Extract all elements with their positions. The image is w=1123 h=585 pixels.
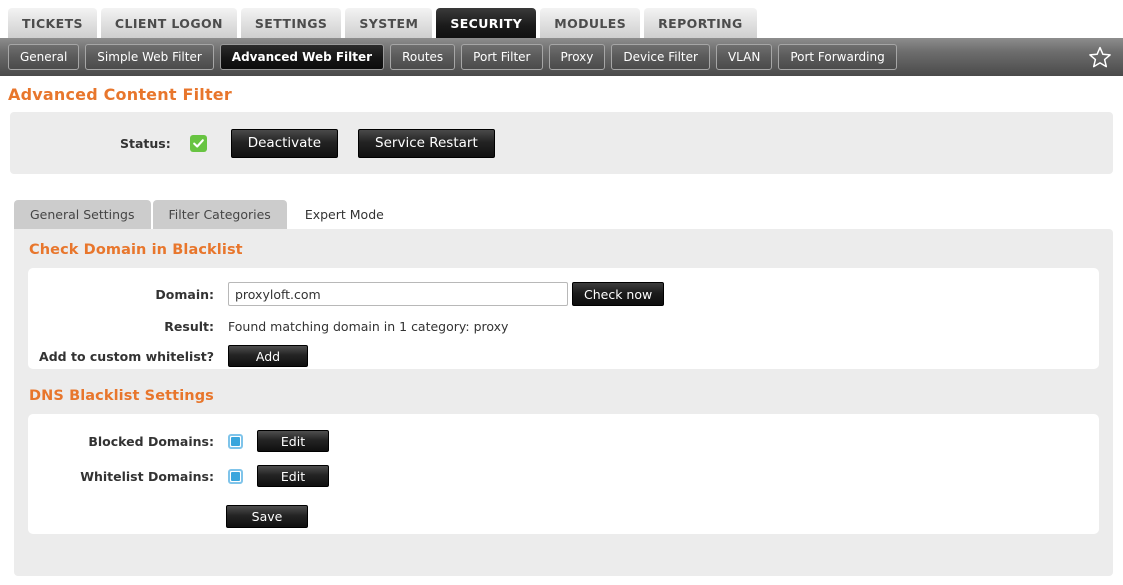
domain-row: Domain: Check now [28,268,1099,306]
tab-label: Filter Categories [168,207,271,222]
whitelist-domains-label: Whitelist Domains: [80,468,214,484]
add-to-whitelist-button[interactable]: Add [228,345,308,367]
status-panel: Status: Deactivate Service Restart [10,112,1113,174]
expert-mode-panel: Check Domain in Blacklist Domain: Check … [14,229,1113,576]
subnav-item-device-filter[interactable]: Device Filter [611,44,710,70]
blocked-domains-label: Blocked Domains: [88,433,214,449]
save-button-label: Save [251,509,283,524]
subnav-item-label: Port Forwarding [790,50,885,64]
nav-tab-label: SETTINGS [254,15,328,31]
save-row: Save [28,487,1099,528]
subnav-item-label: Advanced Web Filter [231,50,373,64]
deactivate-button[interactable]: Deactivate [230,128,339,158]
nav-tab-reporting[interactable]: REPORTING [644,8,757,38]
whitelist-domains-edit-button[interactable]: Edit [257,465,329,487]
check-domain-heading: Check Domain in Blacklist [29,242,243,258]
subnav-item-label: Routes [402,50,444,64]
subnav-item-label: VLAN [727,50,761,64]
tab-filter-categories[interactable]: Filter Categories [152,200,287,229]
nav-tab-label: SYSTEM [359,15,419,31]
tab-label: General Settings [30,207,135,222]
status-label: Status: [120,135,171,151]
subnav-item-vlan[interactable]: VLAN [715,44,773,70]
save-button[interactable]: Save [226,505,308,528]
tab-general-settings[interactable]: General Settings [14,200,151,229]
content-tabstrip: General Settings Filter Categories Exper… [14,200,1113,229]
dns-blacklist-heading: DNS Blacklist Settings [29,388,214,404]
star-outline-icon [1089,46,1111,67]
main-navigation: TICKETS CLIENT LOGON SETTINGS SYSTEM SEC… [0,0,1123,38]
nav-tab-label: REPORTING [658,15,743,31]
check-domain-card: Domain: Check now Result: Found matching… [28,268,1099,369]
whitelist-domains-row: Whitelist Domains: Edit [28,452,1099,487]
add-button-label: Add [255,348,281,364]
nav-tab-tickets[interactable]: TICKETS [8,8,97,38]
check-icon [192,138,204,148]
domain-input[interactable] [228,282,568,306]
nav-tab-settings[interactable]: SETTINGS [240,8,342,38]
subnav-item-routes[interactable]: Routes [390,44,456,70]
subnav-item-port-forwarding[interactable]: Port Forwarding [778,44,897,70]
subnav-item-proxy[interactable]: Proxy [548,44,606,70]
nav-tab-security[interactable]: SECURITY [436,8,537,38]
subnav-item-advanced-web-filter[interactable]: Advanced Web Filter [219,44,385,70]
subnav-item-simple-web-filter[interactable]: Simple Web Filter [85,44,214,70]
whitelist-add-row: Add to custom whitelist? Add [28,334,1099,367]
page-title: Advanced Content Filter [8,85,232,104]
edit-button-label: Edit [280,468,306,484]
checkbox-fill [231,436,240,446]
deactivate-button-label: Deactivate [247,135,322,151]
result-label: Result: [164,319,214,334]
nav-tab-label: CLIENT LOGON [114,15,223,31]
checkbox-fill [231,471,240,481]
favorite-button[interactable] [1087,44,1113,70]
check-now-button-label: Check now [584,286,653,302]
service-restart-button[interactable]: Service Restart [358,128,495,158]
result-row: Result: Found matching domain in 1 categ… [28,306,1099,334]
subnav-item-label: Proxy [560,50,594,64]
add-to-whitelist-label: Add to custom whitelist? [39,348,214,364]
nav-tab-modules[interactable]: MODULES [540,8,641,38]
blocked-domains-row: Blocked Domains: Edit [28,414,1099,452]
check-now-button[interactable]: Check now [572,282,665,306]
blocked-domains-edit-button[interactable]: Edit [257,430,329,452]
tab-label: Expert Mode [304,207,384,222]
nav-tab-label: SECURITY [450,15,523,31]
service-restart-button-label: Service Restart [375,135,478,151]
subnav-item-label: Device Filter [623,50,698,64]
subnav-item-label: General [20,50,68,64]
result-value: Found matching domain in 1 category: pro… [228,319,509,334]
nav-tab-label: TICKETS [22,15,83,31]
nav-tab-client-logon[interactable]: CLIENT LOGON [100,8,237,38]
nav-tab-system[interactable]: SYSTEM [345,8,433,38]
subnav-item-general[interactable]: General [8,44,80,70]
subnav-item-label: Port Filter [473,50,531,64]
subnav-item-port-filter[interactable]: Port Filter [461,44,543,70]
sub-navigation: General Simple Web Filter Advanced Web F… [0,38,1123,76]
blocked-domains-checkbox[interactable] [228,433,243,449]
tab-expert-mode[interactable]: Expert Mode [288,200,400,229]
dns-blacklist-card: Blocked Domains: Edit Whitelist Domains:… [28,414,1099,534]
nav-tab-label: MODULES [554,15,627,31]
subnav-item-label: Simple Web Filter [97,50,202,64]
edit-button-label: Edit [280,433,306,449]
domain-label: Domain: [155,286,214,302]
whitelist-domains-checkbox[interactable] [228,468,243,484]
status-enabled-checkbox[interactable] [189,134,207,152]
